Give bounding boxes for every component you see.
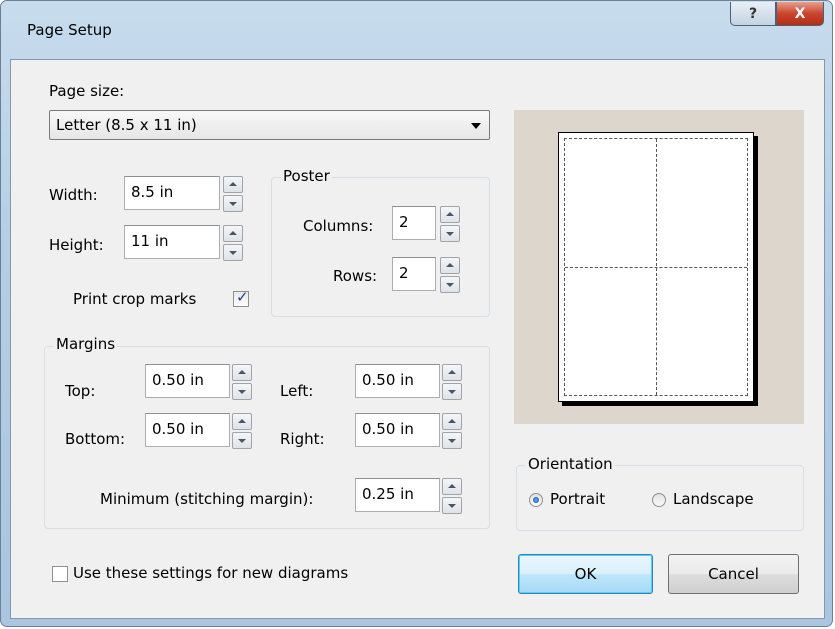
- columns-value: 2: [399, 213, 409, 231]
- rows-value: 2: [399, 264, 409, 282]
- bottom-margin-decrement-button[interactable]: [232, 432, 252, 449]
- right-margin-value: 0.50 in: [362, 420, 414, 438]
- checkmark-icon: ✓: [236, 288, 249, 306]
- right-margin-input[interactable]: 0.50 in: [355, 413, 440, 447]
- use-for-new-diagrams-label: Use these settings for new diagrams: [73, 564, 349, 582]
- right-margin-label: Right:: [280, 430, 325, 448]
- width-input[interactable]: 8.5 in: [124, 176, 220, 210]
- cancel-button-label: Cancel: [708, 565, 759, 583]
- landscape-radio[interactable]: [652, 493, 666, 507]
- columns-input[interactable]: 2: [392, 206, 436, 240]
- width-decrement-button[interactable]: [223, 195, 243, 212]
- preview-row-divider: [565, 267, 747, 268]
- height-decrement-button[interactable]: [223, 244, 243, 261]
- columns-decrement-button[interactable]: [440, 225, 460, 242]
- margins-legend: Margins: [54, 335, 118, 353]
- height-increment-button[interactable]: [223, 225, 243, 242]
- preview-margin-box: [564, 138, 748, 396]
- page-size-value: Letter (8.5 x 11 in): [56, 116, 197, 134]
- page-setup-dialog: Page Setup ? X Page size: Letter (8.5 x …: [0, 0, 833, 627]
- height-input[interactable]: 11 in: [124, 225, 220, 259]
- page-preview: [514, 110, 804, 424]
- rows-input[interactable]: 2: [392, 257, 436, 291]
- orientation-legend: Orientation: [526, 455, 615, 473]
- width-increment-button[interactable]: [223, 176, 243, 193]
- left-margin-spinner[interactable]: [442, 364, 462, 400]
- height-value: 11 in: [131, 232, 169, 250]
- height-spinner[interactable]: [223, 225, 243, 261]
- width-spinner[interactable]: [223, 176, 243, 212]
- rows-label: Rows:: [333, 267, 378, 285]
- crop-marks-label: Print crop marks: [73, 290, 197, 308]
- ok-button-label: OK: [574, 565, 597, 583]
- poster-group: [271, 177, 490, 317]
- crop-marks-checkbox[interactable]: ✓: [233, 288, 249, 307]
- right-margin-spinner[interactable]: [442, 413, 462, 449]
- top-margin-increment-button[interactable]: [232, 364, 252, 381]
- bottom-margin-label: Bottom:: [65, 430, 126, 448]
- preview-paper: [558, 132, 754, 402]
- right-margin-decrement-button[interactable]: [442, 432, 462, 449]
- help-icon: ?: [748, 5, 758, 22]
- top-margin-label: Top:: [65, 382, 96, 400]
- left-margin-value: 0.50 in: [362, 371, 414, 389]
- columns-increment-button[interactable]: [440, 206, 460, 223]
- cancel-button[interactable]: Cancel: [668, 554, 799, 594]
- selected-dot-icon: [533, 497, 539, 503]
- bottom-margin-increment-button[interactable]: [232, 413, 252, 430]
- rows-spinner[interactable]: [440, 257, 460, 293]
- minimum-margin-increment-button[interactable]: [442, 478, 462, 495]
- page-size-dropdown[interactable]: Letter (8.5 x 11 in): [49, 110, 490, 140]
- rows-decrement-button[interactable]: [440, 276, 460, 293]
- chevron-down-icon: [471, 123, 481, 129]
- window-title: Page Setup: [27, 21, 112, 39]
- ok-button[interactable]: OK: [518, 554, 653, 594]
- top-margin-input[interactable]: 0.50 in: [145, 364, 230, 398]
- bottom-margin-spinner[interactable]: [232, 413, 252, 449]
- columns-spinner[interactable]: [440, 206, 460, 242]
- left-margin-label: Left:: [280, 382, 314, 400]
- help-button[interactable]: ?: [730, 2, 776, 26]
- columns-label: Columns:: [303, 217, 374, 235]
- width-label: Width:: [49, 186, 98, 204]
- minimum-margin-decrement-button[interactable]: [442, 497, 462, 514]
- use-for-new-diagrams-checkbox[interactable]: [52, 566, 68, 582]
- height-label: Height:: [49, 236, 104, 254]
- rows-increment-button[interactable]: [440, 257, 460, 274]
- minimum-margin-value: 0.25 in: [362, 485, 414, 503]
- title-bar[interactable]: Page Setup ? X: [1, 1, 832, 59]
- left-margin-input[interactable]: 0.50 in: [355, 364, 440, 398]
- bottom-margin-value: 0.50 in: [152, 420, 204, 438]
- portrait-radio[interactable]: [529, 493, 543, 507]
- landscape-label: Landscape: [673, 490, 754, 508]
- top-margin-spinner[interactable]: [232, 364, 252, 400]
- left-margin-decrement-button[interactable]: [442, 383, 462, 400]
- left-margin-increment-button[interactable]: [442, 364, 462, 381]
- bottom-margin-input[interactable]: 0.50 in: [145, 413, 230, 447]
- minimum-margin-label: Minimum (stitching margin):: [100, 490, 314, 508]
- right-margin-increment-button[interactable]: [442, 413, 462, 430]
- poster-legend: Poster: [281, 167, 332, 185]
- top-margin-decrement-button[interactable]: [232, 383, 252, 400]
- top-margin-value: 0.50 in: [152, 371, 204, 389]
- page-size-label: Page size:: [49, 82, 125, 100]
- portrait-label: Portrait: [550, 490, 606, 508]
- width-value: 8.5 in: [131, 183, 174, 201]
- minimum-margin-spinner[interactable]: [442, 478, 462, 514]
- close-button[interactable]: X: [776, 2, 824, 26]
- dialog-body: Page size: Letter (8.5 x 11 in) Width: 8…: [10, 59, 825, 619]
- minimum-margin-input[interactable]: 0.25 in: [355, 478, 440, 512]
- close-icon: X: [794, 5, 806, 22]
